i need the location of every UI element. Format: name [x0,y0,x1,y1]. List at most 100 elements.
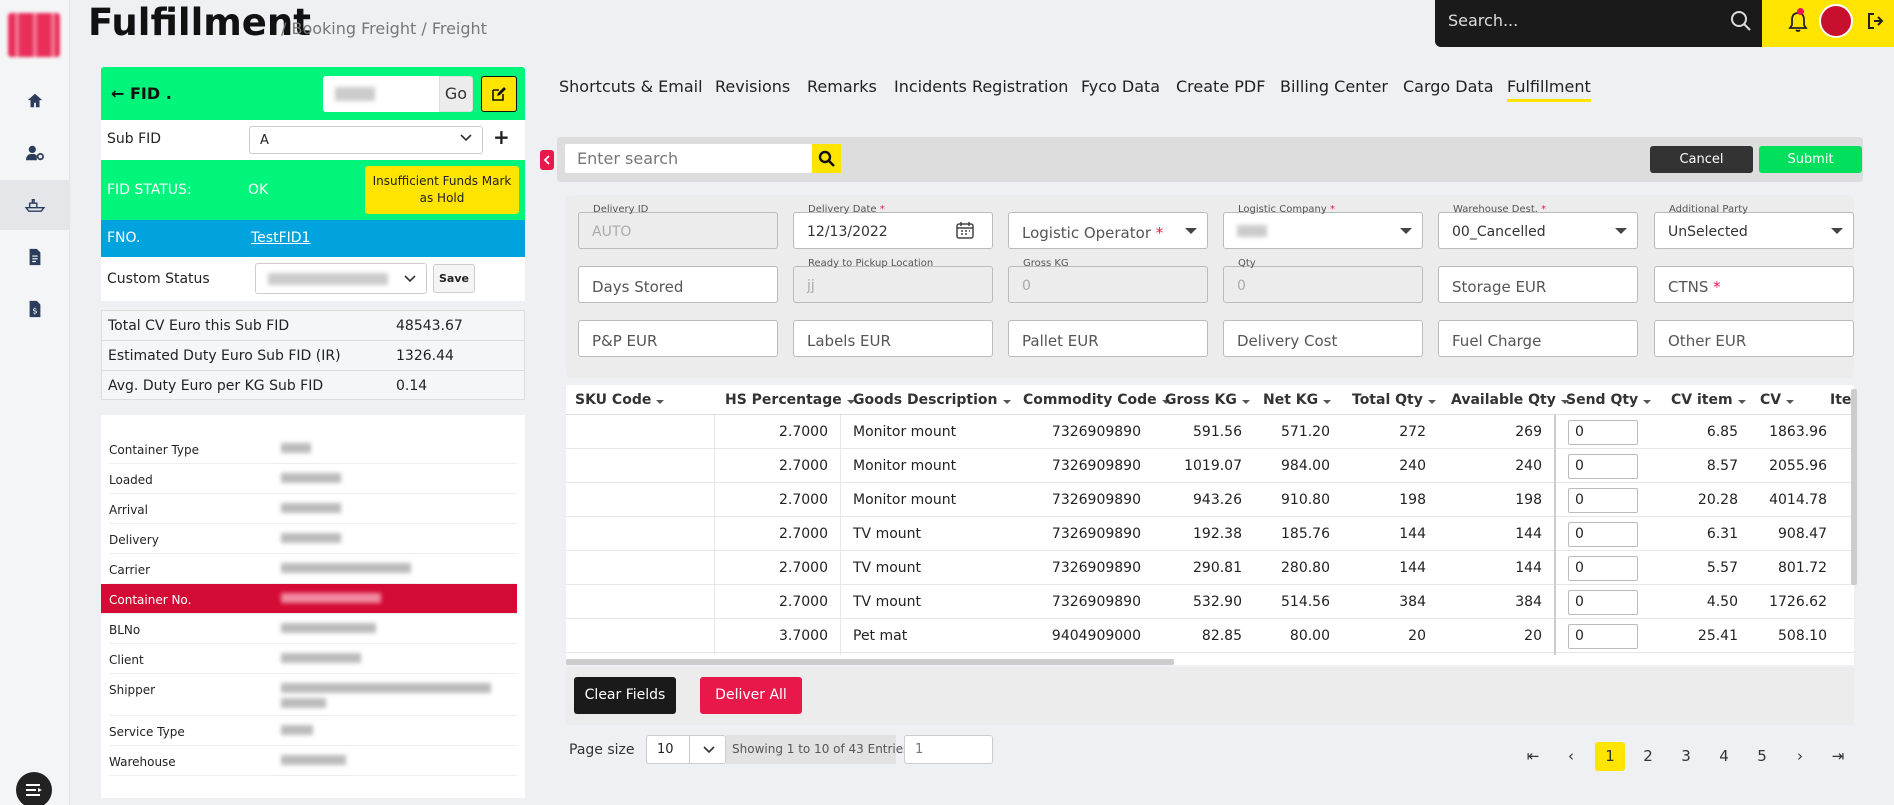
send-qty-input[interactable]: 0 [1568,420,1638,445]
logistic-company-select[interactable]: Logistic Company * [1223,204,1423,249]
submit-button[interactable]: Submit [1759,146,1862,173]
delivery-form: Delivery ID AUTO Delivery Date * 12/13/2… [566,195,1854,378]
tab-fulfillment[interactable]: Fulfillment [1507,77,1591,102]
column-header[interactable]: CV item [1671,392,1746,408]
fid-back[interactable]: ← FID . [111,84,172,103]
column-header[interactable]: Total Qty [1352,392,1436,408]
pp-eur-field[interactable]: P&P EUR [578,320,778,357]
goto-page-input[interactable]: 1 [904,735,993,764]
user-settings-icon[interactable] [0,128,70,178]
send-qty-input[interactable]: 0 [1568,590,1638,615]
custom-status-select[interactable] [255,263,427,294]
page-button[interactable]: 5 [1747,742,1777,771]
invoice-icon[interactable]: $ [0,284,70,334]
send-qty-input[interactable]: 0 [1568,522,1638,547]
info-value-redacted [281,533,341,543]
cell-desc: TV mount [853,594,922,610]
other-eur-field[interactable]: Other EUR [1654,320,1854,357]
column-header[interactable]: Available Qty [1451,392,1569,408]
warehouse-dest-select[interactable]: Warehouse Dest. * 00_Cancelled [1438,204,1638,249]
save-button[interactable]: Save [433,264,475,293]
tab-shortcuts-email[interactable]: Shortcuts & Email [559,77,703,96]
cell-net: 571.20 [1281,424,1330,440]
tab-remarks[interactable]: Remarks [807,77,877,96]
ctns-field[interactable]: CTNS * [1654,266,1854,303]
cell-desc: Monitor mount [853,424,957,440]
clear-fields-button[interactable]: Clear Fields [574,677,676,714]
prev-page-icon[interactable]: ‹ [1556,742,1586,771]
tab-incidents-registration[interactable]: Incidents Registration [894,77,1068,96]
cell-net: 80.00 [1289,628,1330,644]
cell-cv-item: 4.50 [1706,594,1738,610]
last-page-icon[interactable]: ⇥ [1823,742,1853,771]
deliver-all-button[interactable]: Deliver All [700,677,802,714]
column-divider [714,415,715,655]
gross-kg-value: 0 [1022,278,1031,294]
fuel-charge-field[interactable]: Fuel Charge [1438,320,1638,357]
days-stored-field[interactable]: Days Stored [578,266,778,303]
tab-fyco-data[interactable]: Fyco Data [1081,77,1160,96]
cancel-button[interactable]: Cancel [1650,146,1753,173]
logout-icon[interactable] [1867,12,1885,34]
column-header[interactable]: CV [1760,392,1795,408]
column-header[interactable]: Net KG [1263,392,1332,408]
column-header[interactable]: SKU Code [575,392,665,408]
vertical-scrollbar[interactable] [1851,389,1857,585]
caret-down-icon [1615,228,1627,234]
delivery-cost-field[interactable]: Delivery Cost [1223,320,1423,357]
column-header[interactable]: Gross KG [1165,392,1250,408]
cell-cv: 801.72 [1778,560,1827,576]
edit-icon[interactable] [481,76,517,112]
tab-create-pdf[interactable]: Create PDF [1176,77,1265,96]
document-icon[interactable] [0,232,70,282]
first-page-icon[interactable]: ⇤ [1518,742,1548,771]
info-value-redacted [281,473,341,483]
labels-eur-field[interactable]: Labels EUR [793,320,993,357]
go-button[interactable]: Go [439,76,473,112]
delivery-date-field[interactable]: Delivery Date * 12/13/2022 [793,204,993,249]
page-button[interactable]: 1 [1595,742,1625,771]
cell-hs: 2.7000 [779,458,828,474]
page-button[interactable]: 3 [1671,742,1701,771]
add-sub-fid-button[interactable]: + [493,125,510,149]
send-qty-input[interactable]: 0 [1568,556,1638,581]
global-search-input[interactable]: Search... [1448,11,1518,30]
arrow-left-icon[interactable]: ← [111,84,124,103]
search-icon[interactable] [1730,10,1752,36]
column-header[interactable]: Send Qty [1566,392,1652,408]
collapse-panel-button[interactable] [540,150,554,170]
home-icon[interactable] [0,76,70,126]
page-size-select[interactable]: 10 [646,735,726,764]
menu-icon[interactable] [16,772,52,805]
ship-icon[interactable] [0,180,70,230]
avatar[interactable] [1819,4,1853,38]
additional-party-select[interactable]: Additional Party UnSelected [1654,204,1854,249]
column-header[interactable]: Goods Description [853,392,1011,408]
page-button[interactable]: 2 [1633,742,1663,771]
column-header[interactable]: HS Percentage [725,392,855,408]
send-qty-input[interactable]: 0 [1568,488,1638,513]
page-button[interactable]: 4 [1709,742,1739,771]
fno-link[interactable]: TestFID1 [251,230,310,246]
column-header[interactable]: Commodity Code [1023,392,1170,408]
horizontal-scrollbar[interactable] [566,659,1174,665]
search-icon[interactable] [812,144,841,173]
mark-hold-button[interactable]: Insufficient Funds Mark as Hold [365,166,519,214]
pallet-eur-field[interactable]: Pallet EUR [1008,320,1208,357]
info-row: BLNo [109,614,517,644]
tab-cargo-data[interactable]: Cargo Data [1403,77,1494,96]
logistic-operator-select[interactable]: Logistic Operator * [1008,212,1208,249]
send-qty-input[interactable]: 0 [1568,454,1638,479]
sub-fid-select[interactable]: A [249,126,483,154]
tab-revisions[interactable]: Revisions [715,77,790,96]
send-qty-input[interactable]: 0 [1568,624,1638,649]
company-logo [8,13,60,57]
calendar-icon[interactable] [956,221,974,243]
storage-eur-field[interactable]: Storage EUR [1438,266,1638,303]
tab-billing-center[interactable]: Billing Center [1280,77,1388,96]
info-row: Shipper [109,674,517,716]
next-page-icon[interactable]: › [1785,742,1815,771]
fid-input[interactable] [323,76,441,112]
search-input[interactable]: Enter search [565,144,812,173]
bell-icon[interactable] [1788,11,1808,37]
